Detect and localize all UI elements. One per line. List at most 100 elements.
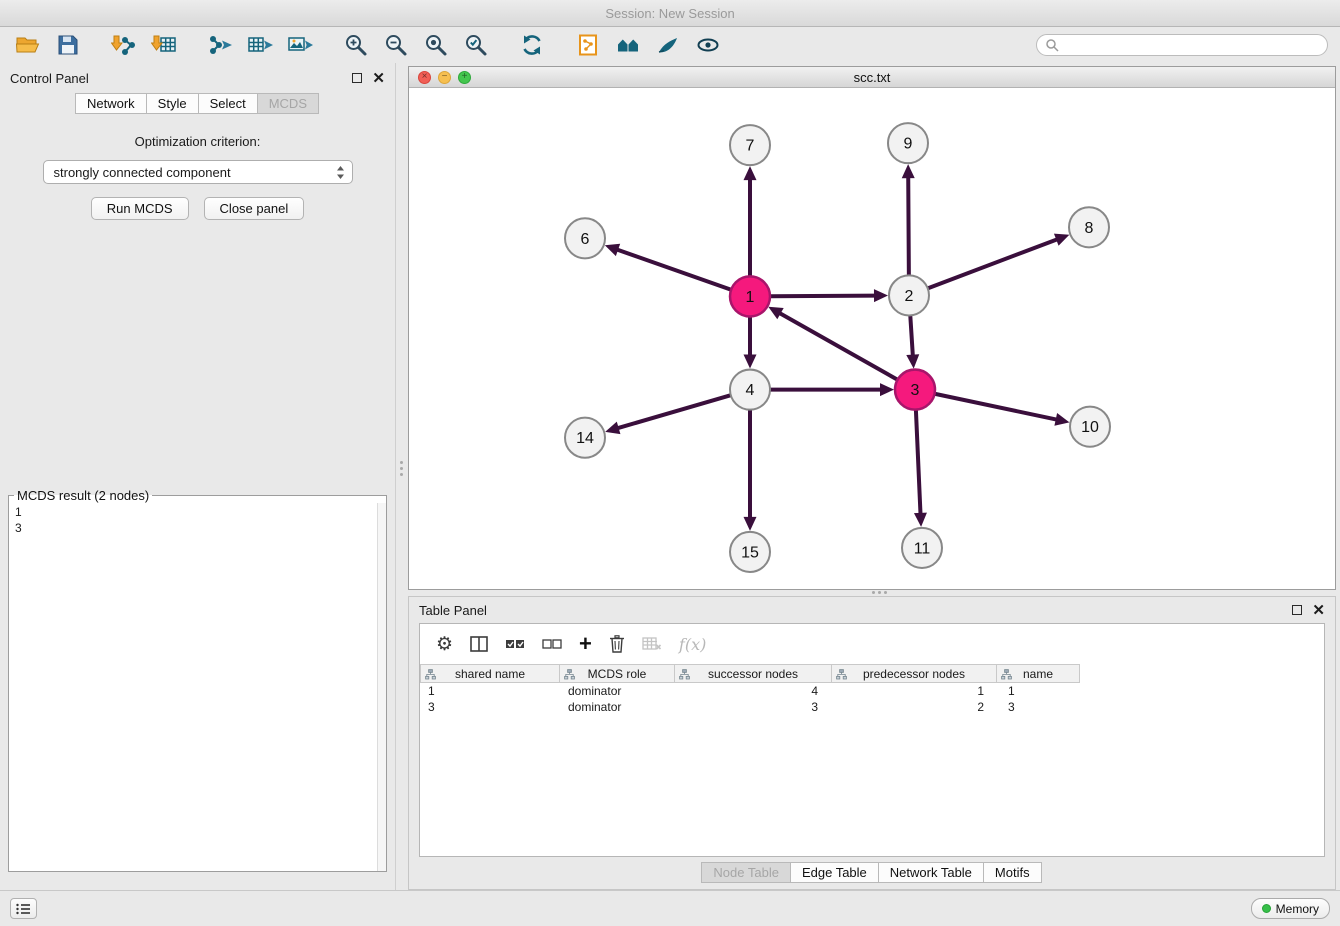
table-row[interactable]: 1dominator411 xyxy=(420,683,1324,699)
graph-edge-1-6[interactable] xyxy=(616,249,731,290)
graph-edge-3-1[interactable] xyxy=(779,313,898,380)
network-graph-svg: 7968124314101511 xyxy=(409,88,1335,589)
import-group xyxy=(108,30,180,60)
first-neighbors-button[interactable] xyxy=(612,30,644,60)
open-session-button[interactable] xyxy=(12,30,44,60)
table-tab-motifs[interactable]: Motifs xyxy=(983,862,1042,883)
graph-node-label-14: 14 xyxy=(576,430,594,447)
zoom-selected-button[interactable] xyxy=(460,30,492,60)
column-header-MCDS-role[interactable]: MCDS role xyxy=(559,664,675,683)
delete-table-button xyxy=(642,636,662,652)
result-scrollbar[interactable] xyxy=(377,503,386,871)
horizontal-splitter[interactable] xyxy=(408,590,1336,596)
control-panel-tabs: NetworkStyleSelectMCDS xyxy=(0,93,395,114)
control-panel: Control Panel ✕ NetworkStyleSelectMCDS O… xyxy=(0,63,396,890)
close-control-panel-icon[interactable]: ✕ xyxy=(372,71,385,86)
run-mcds-button[interactable]: Run MCDS xyxy=(91,197,189,220)
graph-edge-3-10[interactable] xyxy=(935,394,1058,420)
graph-edge-2-8[interactable] xyxy=(928,239,1058,288)
graph-edge-3-11[interactable] xyxy=(916,410,921,515)
control-tab-mcds[interactable]: MCDS xyxy=(257,93,319,114)
column-tree-icon xyxy=(1001,669,1012,680)
column-tree-icon xyxy=(836,669,847,680)
select-all-columns-button[interactable] xyxy=(505,637,525,651)
export-image-button[interactable] xyxy=(284,30,316,60)
column-header-name[interactable]: name xyxy=(996,664,1080,683)
search-input[interactable] xyxy=(1063,38,1319,52)
table-tab-network-table[interactable]: Network Table xyxy=(878,862,984,883)
graph-edge-2-9[interactable] xyxy=(908,176,909,275)
vertical-splitter[interactable] xyxy=(396,63,408,890)
unchecked-boxes-icon xyxy=(542,637,562,651)
brush-swoosh-icon xyxy=(656,33,680,57)
float-table-panel-icon[interactable] xyxy=(1292,605,1302,615)
export-network-button[interactable] xyxy=(204,30,236,60)
table-cell: 2 xyxy=(834,699,1000,715)
trash-icon xyxy=(609,635,625,653)
graph-edge-2-3[interactable] xyxy=(910,315,913,356)
close-table-panel-icon[interactable]: ✕ xyxy=(1312,603,1325,618)
table-panel-header: Table Panel ✕ xyxy=(409,597,1335,623)
network-window-titlebar: × − + scc.txt xyxy=(409,67,1335,88)
titlebar: Session: New Session xyxy=(0,0,1340,27)
delete-columns-button[interactable] xyxy=(609,635,625,653)
toolbar-search[interactable] xyxy=(1036,34,1328,56)
dropdown-arrows-icon xyxy=(336,165,345,180)
import-network-button[interactable] xyxy=(108,30,140,60)
criterion-dropdown[interactable]: strongly connected component xyxy=(43,160,353,184)
horizontal-splitter-handle[interactable] xyxy=(872,591,887,594)
vertical-splitter-handle[interactable] xyxy=(400,461,403,476)
create-column-button[interactable]: + xyxy=(579,633,592,655)
save-disk-icon xyxy=(56,33,80,57)
column-header-successor-nodes[interactable]: successor nodes xyxy=(674,664,832,683)
apply-layout-button[interactable] xyxy=(516,30,548,60)
memory-button[interactable]: Memory xyxy=(1251,898,1330,919)
export-table-button[interactable] xyxy=(244,30,276,60)
table-tab-node-table[interactable]: Node Table xyxy=(701,862,791,883)
minimize-window-icon[interactable]: − xyxy=(438,71,451,84)
style-brush-button[interactable] xyxy=(652,30,684,60)
table-tab-edge-table[interactable]: Edge Table xyxy=(790,862,879,883)
column-header-shared-name[interactable]: shared name xyxy=(420,664,560,683)
graph-edge-1-2[interactable] xyxy=(770,296,876,297)
status-list-button[interactable] xyxy=(10,898,37,919)
houses-icon xyxy=(616,33,640,57)
zoom-out-button[interactable] xyxy=(380,30,412,60)
main-toolbar xyxy=(0,27,1340,63)
graph-edge-arrowhead xyxy=(605,244,620,256)
control-tab-style[interactable]: Style xyxy=(146,93,199,114)
network-page-icon xyxy=(576,33,600,57)
zoom-window-icon[interactable]: + xyxy=(458,71,471,84)
network-overview-button[interactable] xyxy=(572,30,604,60)
table-cell: 3 xyxy=(676,699,834,715)
save-session-button[interactable] xyxy=(52,30,84,60)
graph-node-label-3: 3 xyxy=(911,382,920,399)
graph-edge-4-14[interactable] xyxy=(617,395,731,428)
float-panel-icon[interactable] xyxy=(352,73,362,83)
zoom-selected-icon xyxy=(464,33,488,57)
column-tree-icon xyxy=(564,669,575,680)
show-columns-button[interactable] xyxy=(470,636,488,652)
refresh-arrows-icon xyxy=(520,33,544,57)
show-graphics-details-button[interactable] xyxy=(692,30,724,60)
close-window-icon[interactable]: × xyxy=(418,71,431,84)
graph-edge-arrowhead xyxy=(744,166,757,180)
control-tab-network[interactable]: Network xyxy=(75,93,147,114)
close-panel-button[interactable]: Close panel xyxy=(204,197,305,220)
control-tab-select[interactable]: Select xyxy=(198,93,258,114)
import-table-button[interactable] xyxy=(148,30,180,60)
table-settings-button[interactable]: ⚙ xyxy=(436,635,453,654)
table-cell: 3 xyxy=(1000,699,1084,715)
zoom-out-icon xyxy=(384,33,408,57)
network-window-title: scc.txt xyxy=(409,70,1335,85)
column-header-predecessor-nodes[interactable]: predecessor nodes xyxy=(831,664,997,683)
zoom-fit-button[interactable] xyxy=(420,30,452,60)
zoom-in-button[interactable] xyxy=(340,30,372,60)
export-group xyxy=(204,30,316,60)
table-cell: 1 xyxy=(834,683,1000,699)
unselect-all-columns-button[interactable] xyxy=(542,637,562,651)
import-network-icon xyxy=(111,33,137,57)
table-row[interactable]: 3dominator323 xyxy=(420,699,1324,715)
network-canvas[interactable]: 7968124314101511 xyxy=(409,88,1335,589)
mcds-result-lines: 1 3 xyxy=(9,503,386,537)
